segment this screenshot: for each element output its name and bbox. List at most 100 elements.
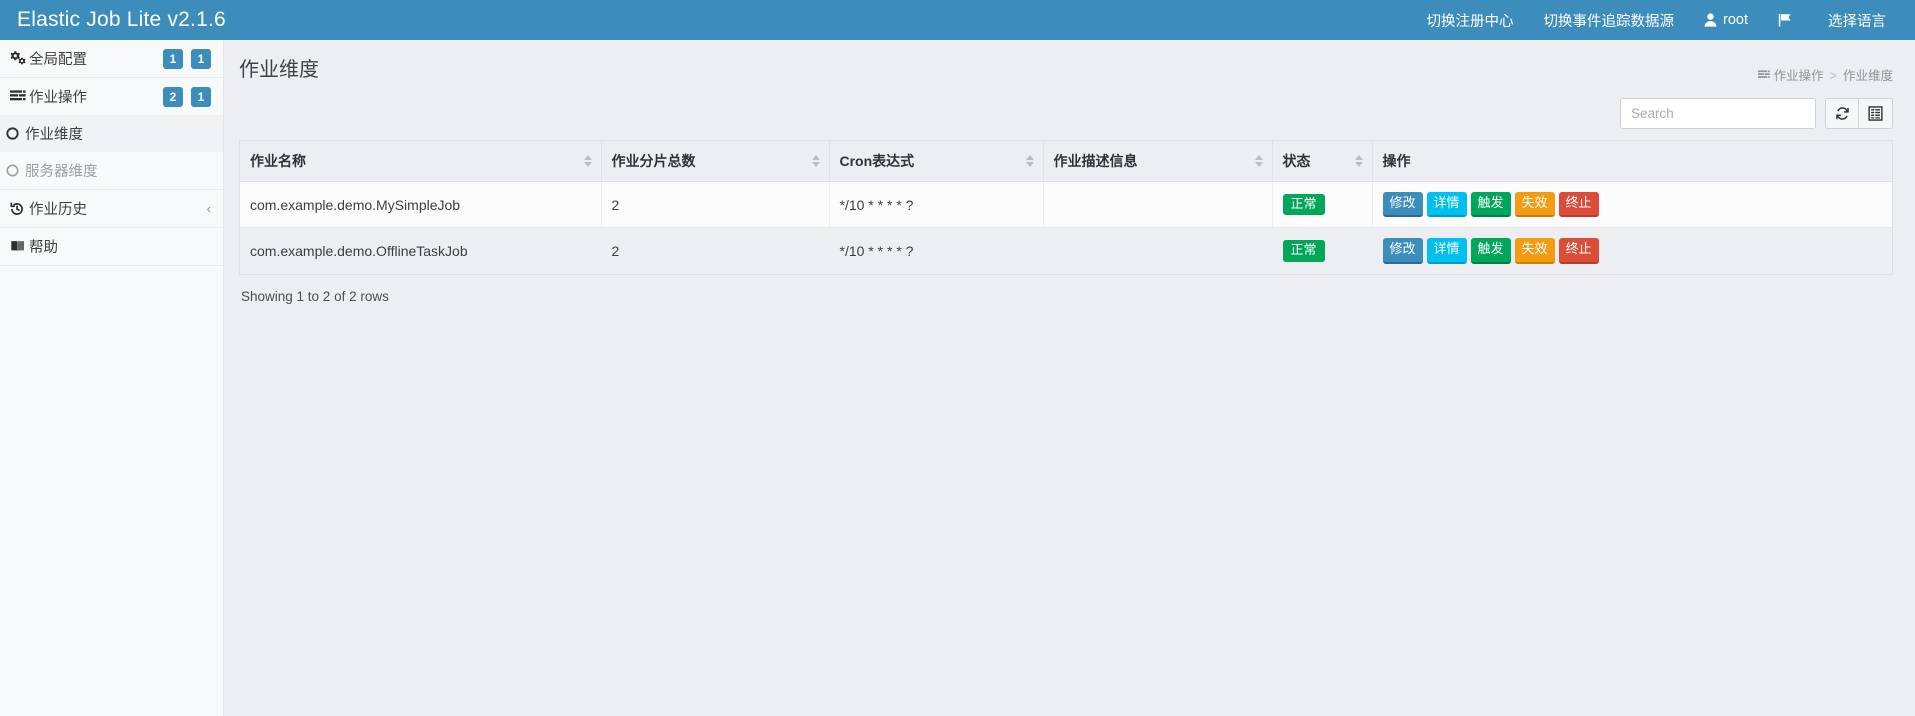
sidebar-item-help[interactable]: 帮助 <box>0 228 223 265</box>
refresh-button[interactable] <box>1825 98 1859 129</box>
sidebar-group-job-operation: 作业操作 2 1 作业维度 服务器维度 <box>0 78 223 190</box>
sidebar-item-label: 全局配置 <box>29 48 87 69</box>
page-title: 作业维度 <box>239 57 319 83</box>
column-header-cron[interactable]: Cron表达式 <box>829 141 1043 182</box>
book-icon <box>10 240 28 253</box>
sidebar-item-label: 服务器维度 <box>25 160 98 181</box>
page-header: 作业维度 作业操作 > 作业维度 <box>224 40 1915 98</box>
sort-indicator-icon <box>1255 155 1263 167</box>
column-label: 作业名称 <box>250 153 306 169</box>
cell-job-name: com.example.demo.OfflineTaskJob <box>240 228 601 274</box>
columns-button[interactable] <box>1859 98 1893 129</box>
sidebar-item-job-history[interactable]: 作业历史 ‹ <box>0 190 223 227</box>
sidebar-item-global-config[interactable]: 全局配置 1 1 <box>0 40 223 77</box>
badge-count: 1 <box>191 87 211 107</box>
breadcrumb-label: 作业维度 <box>1843 63 1893 89</box>
tasks-icon <box>10 90 28 103</box>
sidebar-item-server-dimension[interactable]: 服务器维度 <box>0 152 223 189</box>
table-head: 作业名称 作业分片总数 Cron表达式 作业描述信息 <box>240 141 1892 182</box>
shutdown-button[interactable]: 终止 <box>1559 238 1599 263</box>
gears-icon <box>10 51 28 66</box>
nav-label: 切换注册中心 <box>1427 10 1514 31</box>
badge-count: 1 <box>163 49 183 69</box>
sidebar-badges: 2 1 <box>163 87 211 107</box>
status-badge: 正常 <box>1283 194 1325 215</box>
nav-switch-registry-center[interactable]: 切换注册中心 <box>1412 0 1529 40</box>
breadcrumb-separator: > <box>1830 63 1837 89</box>
nav-select-language[interactable]: 选择语言 <box>1813 0 1901 40</box>
app-brand[interactable]: Elastic Job Lite v2.1.6 <box>0 0 224 40</box>
nav-user-menu[interactable]: root <box>1689 0 1763 40</box>
breadcrumb-item-job-dimension: 作业维度 <box>1843 63 1893 89</box>
column-label: 操作 <box>1383 153 1411 169</box>
tasks-icon <box>1758 63 1770 89</box>
column-header-actions: 操作 <box>1372 141 1892 182</box>
sidebar-item-job-dimension[interactable]: 作业维度 <box>0 115 223 152</box>
trigger-button[interactable]: 触发 <box>1471 238 1511 263</box>
column-header-description[interactable]: 作业描述信息 <box>1043 141 1272 182</box>
status-badge: 正常 <box>1283 240 1325 261</box>
jobs-table: 作业名称 作业分片总数 Cron表达式 作业描述信息 <box>240 141 1892 274</box>
sidebar-item-label: 作业维度 <box>25 123 83 144</box>
search-input[interactable] <box>1620 98 1816 129</box>
nav-username: root <box>1723 12 1748 28</box>
sidebar: 全局配置 1 1 作业操作 2 1 <box>0 40 224 716</box>
cell-description <box>1043 182 1272 228</box>
sort-indicator-icon <box>812 155 820 167</box>
sidebar-group-global: 全局配置 1 1 <box>0 40 223 78</box>
cell-cron: */10 * * * * ? <box>829 182 1043 228</box>
refresh-icon <box>1835 106 1850 121</box>
nav-switch-event-trace-datasource[interactable]: 切换事件追踪数据源 <box>1529 0 1690 40</box>
column-header-shard-total[interactable]: 作业分片总数 <box>601 141 829 182</box>
top-navbar: Elastic Job Lite v2.1.6 切换注册中心 切换事件追踪数据源… <box>0 0 1915 40</box>
shutdown-button[interactable]: 终止 <box>1559 192 1599 217</box>
sort-indicator-icon <box>1026 155 1034 167</box>
disable-button[interactable]: 失效 <box>1515 192 1555 217</box>
sort-indicator-icon <box>1355 155 1363 167</box>
cell-job-name: com.example.demo.MySimpleJob <box>240 182 601 228</box>
table-footer-summary: Showing 1 to 2 of 2 rows <box>239 275 1893 304</box>
detail-button[interactable]: 详情 <box>1427 192 1467 217</box>
disable-button[interactable]: 失效 <box>1515 238 1555 263</box>
table-header-row: 作业名称 作业分片总数 Cron表达式 作业描述信息 <box>240 141 1892 182</box>
table-body: com.example.demo.MySimpleJob 2 */10 * * … <box>240 182 1892 274</box>
cell-status: 正常 <box>1272 228 1372 274</box>
user-icon <box>1704 13 1717 27</box>
modify-button[interactable]: 修改 <box>1383 238 1423 263</box>
search-box <box>1620 98 1816 129</box>
jobs-table-container: 作业名称 作业分片总数 Cron表达式 作业描述信息 <box>239 140 1893 275</box>
column-label: 作业描述信息 <box>1054 153 1138 169</box>
badge-count: 1 <box>191 49 211 69</box>
detail-button[interactable]: 详情 <box>1427 238 1467 263</box>
sidebar-badges: 1 1 <box>163 49 211 69</box>
columns-icon <box>1868 106 1883 121</box>
column-header-status[interactable]: 状态 <box>1272 141 1372 182</box>
modify-button[interactable]: 修改 <box>1383 192 1423 217</box>
cell-description <box>1043 228 1272 274</box>
table-row[interactable]: com.example.demo.OfflineTaskJob 2 */10 *… <box>240 228 1892 274</box>
nav-flag-button[interactable] <box>1763 0 1813 40</box>
toolbar-button-group <box>1825 98 1893 129</box>
column-label: 状态 <box>1283 153 1311 169</box>
breadcrumb-item-job-operation[interactable]: 作业操作 <box>1758 63 1824 89</box>
cell-cron: */10 * * * * ? <box>829 228 1043 274</box>
action-button-group: 修改 详情 触发 失效 终止 <box>1383 192 1883 217</box>
sidebar-group-help: 帮助 <box>0 228 223 266</box>
navbar-right-group: 切换注册中心 切换事件追踪数据源 root 选 <box>1412 0 1915 40</box>
sidebar-item-label: 帮助 <box>29 236 58 257</box>
action-button-group: 修改 详情 触发 失效 终止 <box>1383 238 1883 263</box>
column-header-job-name[interactable]: 作业名称 <box>240 141 601 182</box>
circle-o-icon <box>6 164 24 177</box>
nav-label: 选择语言 <box>1828 10 1886 31</box>
table-row[interactable]: com.example.demo.MySimpleJob 2 */10 * * … <box>240 182 1892 228</box>
sidebar-item-label: 作业操作 <box>29 86 87 107</box>
sidebar-item-label: 作业历史 <box>29 198 87 219</box>
sidebar-item-job-operation[interactable]: 作业操作 2 1 <box>0 78 223 115</box>
cell-shard-total: 2 <box>601 228 829 274</box>
sidebar-group-job-history: 作业历史 ‹ <box>0 190 223 228</box>
chevron-left-icon[interactable]: ‹ <box>207 202 211 215</box>
cell-actions: 修改 详情 触发 失效 终止 <box>1372 228 1892 274</box>
sort-indicator-icon <box>584 155 592 167</box>
flag-icon <box>1778 13 1792 27</box>
trigger-button[interactable]: 触发 <box>1471 192 1511 217</box>
